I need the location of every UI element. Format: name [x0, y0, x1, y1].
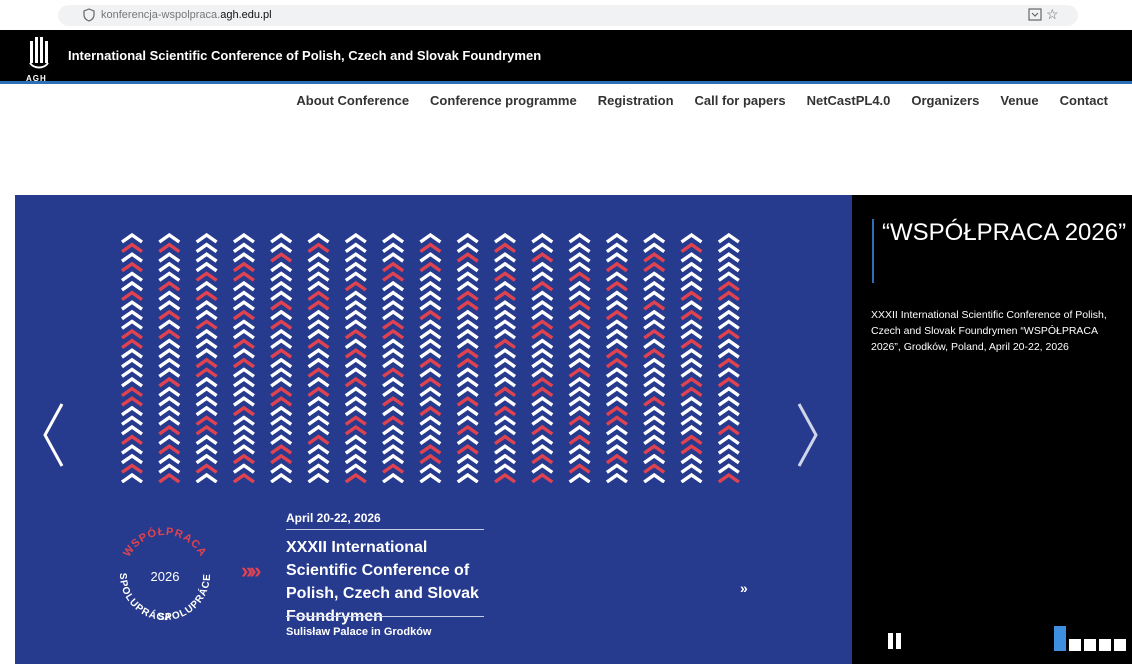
wspolpraca-badge-logo: WSPÓŁPRACA SPOLUPRÁCA SPOLUPRÁCE 2026 — [117, 526, 212, 623]
slide-indicator-2[interactable] — [1069, 639, 1081, 651]
badge-top-text: WSPÓŁPRACA — [121, 526, 208, 559]
nav-conference-programme[interactable]: Conference programme — [430, 93, 577, 108]
red-chevrons: »» — [241, 558, 262, 583]
nav-about-conference[interactable]: About Conference — [296, 93, 409, 108]
slide-indicator-5[interactable] — [1114, 639, 1126, 651]
title-accent-bar — [872, 219, 874, 283]
site-title[interactable]: International Scientific Conference of P… — [68, 48, 541, 63]
divider — [286, 529, 484, 530]
slide-indicator-3[interactable] — [1084, 639, 1096, 651]
browser-address-bar: konferencja-wspolpraca.agh.edu.pl ☆ — [0, 0, 1132, 30]
hero-date: April 20-22, 2026 — [286, 511, 381, 525]
divider — [286, 616, 484, 617]
logo-text: AGH — [26, 74, 47, 83]
badge-year: 2026 — [151, 569, 180, 584]
agh-logo[interactable] — [24, 35, 54, 75]
reader-mode-icon[interactable] — [1028, 8, 1042, 21]
panel-title: “WSPÓŁPRACA 2026” — [882, 219, 1127, 246]
slide-indicator-4[interactable] — [1099, 639, 1111, 651]
hero-slide: WSPÓŁPRACA SPOLUPRÁCA SPOLUPRÁCE 2026 »»… — [15, 195, 852, 664]
nav-registration[interactable]: Registration — [598, 93, 674, 108]
panel-description: XXXII International Scientific Conferenc… — [871, 309, 1107, 353]
hero-venue: Sulisław Palace in Grodków — [286, 626, 432, 638]
main-nav: About Conference Conference programme Re… — [296, 93, 1108, 108]
pause-icon[interactable] — [888, 633, 902, 649]
nav-call-for-papers[interactable]: Call for papers — [695, 93, 786, 108]
next-slide-arrow-icon[interactable] — [795, 400, 821, 470]
site-header: AGH International Scientific Conference … — [0, 30, 1132, 84]
nav-contact[interactable]: Contact — [1060, 93, 1108, 108]
svg-text:WSPÓŁPRACA: WSPÓŁPRACA — [121, 526, 209, 559]
read-more-link[interactable]: » — [740, 580, 748, 596]
url-text[interactable]: konferencja-wspolpraca.agh.edu.pl — [101, 8, 272, 22]
nav-netcastpl40[interactable]: NetCastPL4.0 — [807, 93, 891, 108]
nav-venue[interactable]: Venue — [1000, 93, 1038, 108]
hero-title: XXXII International Scientific Conferenc… — [286, 539, 479, 625]
previous-slide-arrow-icon[interactable] — [40, 400, 66, 470]
slide-indicators — [1054, 626, 1126, 651]
bookmark-star-icon[interactable]: ☆ — [1046, 6, 1059, 22]
slide-indicator-1[interactable] — [1054, 626, 1066, 651]
slide-info-panel: “WSPÓŁPRACA 2026” XXXII International Sc… — [852, 195, 1132, 664]
nav-organizers[interactable]: Organizers — [911, 93, 979, 108]
chevron-pattern-graphic — [121, 233, 740, 483]
shield-icon[interactable] — [82, 8, 96, 22]
